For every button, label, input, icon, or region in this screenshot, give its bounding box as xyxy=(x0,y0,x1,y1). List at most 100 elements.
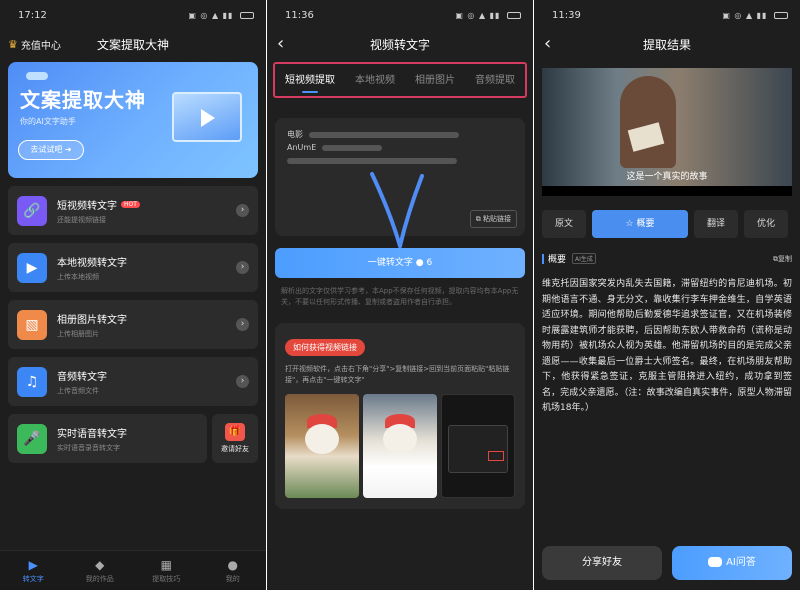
status-bar: 11:39 ▣ ◎ ▲ ▮▮ xyxy=(534,0,800,30)
menu-subtitle: 实时语音录音转文字 xyxy=(57,443,120,452)
ai-generated-tag: AI生成 xyxy=(572,253,596,264)
tab-label: 我的 xyxy=(225,574,240,583)
tab-album-image[interactable]: 相册图片 xyxy=(415,71,455,90)
invite-friends-button[interactable]: 🎁 邀请好友 xyxy=(212,414,258,463)
chevron-right-icon: › xyxy=(236,375,249,388)
input-line xyxy=(287,154,513,167)
battery-icon xyxy=(774,11,788,19)
tab-audio[interactable]: 音频提取 xyxy=(475,71,515,90)
phone-video-to-text: 11:36 ▣ ◎ ▲ ▮▮ ‹ 视频转文字 短视频提取 本地视频 相册图片 音… xyxy=(267,0,533,590)
menu-short-video-to-text[interactable]: 🔗 短视频转文字 HOT 还能提视频链接 › xyxy=(8,186,258,235)
back-arrow-icon[interactable]: ‹ xyxy=(544,33,551,54)
menu-subtitle: 上传相册图片 xyxy=(57,329,99,338)
try-it-button[interactable]: 去试试吧 ➜ xyxy=(18,140,84,160)
cloud-decoration xyxy=(26,72,48,80)
tab-original[interactable]: 原文 xyxy=(542,210,586,238)
phone-extract-result: 11:39 ▣ ◎ ▲ ▮▮ ‹ 提取结果 这是一个真实的故事 原文 ☆ 概要 … xyxy=(534,0,800,590)
guide-title: 如何获得视频链接 xyxy=(285,339,365,356)
star-icon: ☆ xyxy=(625,219,634,229)
share-friends-button[interactable]: 分享好友 xyxy=(542,546,662,580)
convert-to-text-button[interactable]: 一键转文字 ● 6 xyxy=(275,248,525,278)
ai-qa-label: AI问答 xyxy=(726,557,756,568)
page-title: 提取结果 xyxy=(642,37,691,52)
ai-qa-button[interactable]: AI问答 xyxy=(672,546,792,580)
play-icon: ▶ xyxy=(28,557,38,572)
phone-home-screen: 17:12 ▣ ◎ ▲ ▮▮ ♛ 充值中心 文案提取大神 文案提取大神 你的AI… xyxy=(0,0,266,590)
input-text: 电影 xyxy=(287,130,303,139)
tab-tips[interactable]: ▦ 提取技巧 xyxy=(141,558,191,584)
paste-link-button[interactable]: ⧉ 粘贴链接 xyxy=(469,210,517,228)
summary-header: 概要 AI生成 ⧉复制 xyxy=(542,252,792,265)
bottom-actions: 分享好友 AI问答 xyxy=(542,546,792,580)
back-arrow-icon[interactable]: ‹ xyxy=(277,33,284,54)
source-tabs: 短视频提取 本地视频 相册图片 音频提取 xyxy=(273,62,527,98)
menu-title: 相册图片转文字 xyxy=(57,314,127,326)
input-text: AnUmE xyxy=(287,143,317,152)
tab-local-video[interactable]: 本地视频 xyxy=(355,71,395,90)
guide-card: 如何获得视频链接 打开视频软件，点击右下角"分享">复制链接>回到当前页面粘贴"… xyxy=(275,323,525,509)
video-person xyxy=(620,76,676,168)
menu-title: 音频转文字 xyxy=(57,371,107,383)
tab-translate[interactable]: 翻译 xyxy=(694,210,738,238)
video-subtitle: 这是一个真实的故事 xyxy=(626,172,708,182)
bottom-tab-bar: ▶ 转文字 ◆ 我的作品 ▦ 提取技巧 ● 我的 xyxy=(0,550,266,590)
video-player[interactable]: 这是一个真实的故事 xyxy=(542,68,792,196)
hand-drawn-arrow-icon xyxy=(370,172,424,248)
summary-label: 概要 xyxy=(548,255,567,265)
crown-icon: ♛ xyxy=(8,38,18,51)
copy-label: 复制 xyxy=(778,254,792,263)
tab-label: 转文字 xyxy=(22,574,44,583)
menu-audio-to-text[interactable]: ♫ 音频转文字 上传音频文件 › xyxy=(8,357,258,406)
disclaimer-text: 解析出的文字仅供学习参考，本App不保存任何视频，提取内容均有本App无关，不要… xyxy=(281,287,519,306)
accent-bar xyxy=(542,253,544,264)
chevron-right-icon: › xyxy=(236,204,249,217)
tab-convert[interactable]: ▶ 转文字 xyxy=(8,558,58,584)
status-bar: 11:36 ▣ ◎ ▲ ▮▮ xyxy=(267,0,533,30)
guide-screenshot-video xyxy=(285,394,359,498)
tab-label: 概要 xyxy=(636,219,655,229)
tab-optimize[interactable]: 优化 xyxy=(744,210,788,238)
status-bar: 17:12 ▣ ◎ ▲ ▮▮ xyxy=(0,0,266,30)
chevron-right-icon: › xyxy=(236,318,249,331)
menu-title: 本地视频转文字 xyxy=(57,257,127,269)
menu-subtitle: 上传音频文件 xyxy=(57,386,99,395)
battery-icon xyxy=(507,11,521,19)
tab-my-works[interactable]: ◆ 我的作品 xyxy=(75,558,125,584)
box-icon: ◆ xyxy=(95,557,105,572)
video-camera-icon: ▶ xyxy=(17,252,47,283)
promo-banner[interactable]: 文案提取大神 你的AI文字助手 去试试吧 ➜ xyxy=(8,62,258,178)
copy-button[interactable]: ⧉复制 xyxy=(773,254,792,264)
hot-badge: HOT xyxy=(121,200,140,208)
menu-album-image-to-text[interactable]: ▧ 相册图片转文字 上传相册图片 › xyxy=(8,300,258,349)
recharge-label: 充值中心 xyxy=(20,41,61,52)
menu-realtime-voice-to-text[interactable]: 🎤 实时语音转文字 实时语音录音转文字 xyxy=(8,414,207,463)
input-line: 电影 xyxy=(287,128,513,141)
app-title: 文案提取大神 xyxy=(96,37,169,52)
tab-summary[interactable]: ☆ 概要 xyxy=(592,210,688,238)
status-time: 11:39 xyxy=(552,9,581,21)
blurred-text xyxy=(309,131,459,138)
paste-label: 粘贴链接 xyxy=(483,215,511,223)
menu-local-video-to-text[interactable]: ▶ 本地视频转文字 上传本地视频 › xyxy=(8,243,258,292)
tab-me[interactable]: ● 我的 xyxy=(208,558,258,584)
user-icon: ● xyxy=(227,557,238,572)
tab-short-video[interactable]: 短视频提取 xyxy=(285,71,335,93)
convert-label: 一键转文字 xyxy=(367,258,413,268)
banner-title: 文案提取大神 xyxy=(20,88,146,112)
gift-icon: 🎁 xyxy=(225,423,245,441)
result-tabs: 原文 ☆ 概要 翻译 优化 xyxy=(542,210,792,238)
video-letterbox xyxy=(542,186,792,196)
robot-icon xyxy=(708,557,723,567)
nav-bar: ‹ 提取结果 xyxy=(534,30,800,58)
status-icons: ▣ ◎ ▲ ▮▮ xyxy=(188,11,254,20)
calendar-icon: ▦ xyxy=(160,557,172,572)
blurred-text xyxy=(322,144,383,151)
nav-bar: ‹ 视频转文字 xyxy=(267,30,533,58)
blurred-text xyxy=(287,157,457,164)
guide-description: 打开视频软件，点击右下角"分享">复制链接>回到当前页面粘贴"粘贴链接"，再点击… xyxy=(285,365,510,384)
status-icons: ▣ ◎ ▲ ▮▮ xyxy=(722,11,788,20)
recharge-center-button[interactable]: ♛ 充值中心 xyxy=(8,37,61,52)
input-line: AnUmE xyxy=(287,141,513,154)
image-icon: ▧ xyxy=(17,309,47,340)
status-icons: ▣ ◎ ▲ ▮▮ xyxy=(455,11,521,20)
